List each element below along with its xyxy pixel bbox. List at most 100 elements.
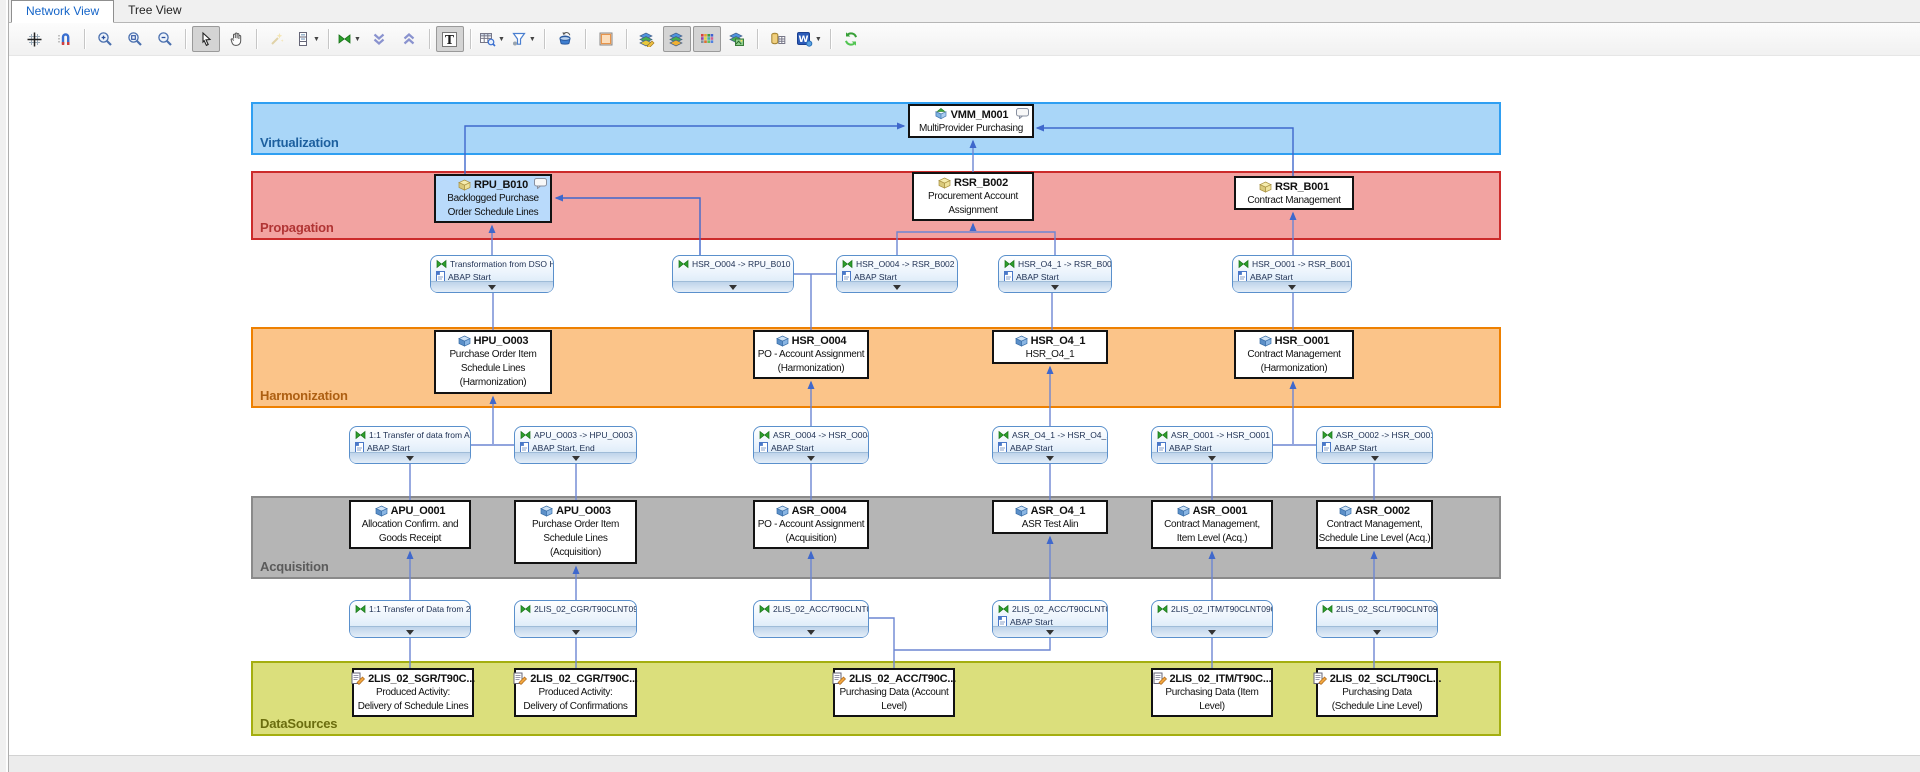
expand-strip[interactable] — [515, 452, 636, 463]
infocube-icon — [938, 177, 951, 189]
node-text-line: (Acquisition) — [516, 546, 635, 560]
node-apu_o001[interactable]: APU_O001Allocation Confirm. andGoods Rec… — [349, 500, 471, 549]
expander-triangle-icon[interactable] — [893, 285, 901, 290]
node-hpu_o003[interactable]: HPU_O003Purchase Order ItemSchedule Line… — [434, 330, 552, 394]
expander-triangle-icon[interactable] — [1288, 285, 1296, 290]
node-asr_o004[interactable]: ASR_O004PO - Account Assignment(Acquisit… — [753, 500, 869, 549]
transformation-u4[interactable]: ASR_O4_1 -> HSR_O4_1ABAP Start — [992, 426, 1108, 464]
transformation-bowtie-icon — [759, 604, 770, 614]
node-ds_scl[interactable]: 2LIS_02_SCL/T90CL...Purchasing Data(Sche… — [1316, 668, 1438, 717]
expand-strip[interactable] — [999, 281, 1111, 292]
node-vmm_m001[interactable]: VMM_M001MultiProvider Purchasing — [908, 104, 1034, 138]
transformation-title: HSR_O001 -> RSR_B001 — [1252, 259, 1351, 269]
expander-triangle-icon[interactable] — [572, 456, 580, 461]
expander-triangle-icon[interactable] — [1371, 456, 1379, 461]
expand-strip[interactable] — [431, 281, 553, 292]
transformation-v6[interactable]: 2LIS_02_SCL/T90CLNT090 ->... — [1316, 600, 1438, 638]
data-flow-line — [556, 198, 700, 255]
datasource-icon — [513, 672, 527, 685]
expand-strip[interactable] — [1152, 626, 1272, 637]
transformation-bowtie-icon — [1322, 430, 1333, 440]
node-text-line: Level) — [1153, 700, 1271, 714]
transformation-routine: ABAP Start — [448, 272, 491, 282]
node-rpu_b010[interactable]: RPU_B010Backlogged PurchaseOrder Schedul… — [434, 174, 552, 223]
expander-triangle-icon[interactable] — [1046, 456, 1054, 461]
transformation-u6[interactable]: ASR_O002 -> HSR_O001ABAP Start — [1316, 426, 1433, 464]
transformation-t3[interactable]: HSR_O004 -> RSR_B002ABAP Start — [836, 255, 958, 293]
transformation-t2[interactable]: HSR_O004 -> RPU_B010 — [672, 255, 794, 293]
transformation-title: ASR_O004 -> HSR_O004 — [773, 430, 868, 440]
node-rsr_b002[interactable]: RSR_B002Procurement AccountAssignment — [912, 172, 1034, 221]
expand-strip[interactable] — [837, 281, 957, 292]
transformation-v1[interactable]: 1:1 Transfer of Data from 2LIS... — [349, 600, 471, 638]
expand-strip[interactable] — [1317, 452, 1432, 463]
transformation-v2[interactable]: 2LIS_02_CGR/T90CLNT090 ->... — [514, 600, 637, 638]
expander-triangle-icon[interactable] — [1051, 285, 1059, 290]
transformation-u5[interactable]: ASR_O001 -> HSR_O001ABAP Start — [1151, 426, 1273, 464]
expand-strip[interactable] — [673, 281, 793, 292]
node-hsr_o4_1[interactable]: HSR_O4_1HSR_O4_1 — [992, 330, 1108, 364]
transformation-bowtie-icon — [1157, 430, 1168, 440]
expand-strip[interactable] — [993, 626, 1107, 637]
node-ds_acc[interactable]: 2LIS_02_ACC/T90C...Purchasing Data (Acco… — [833, 668, 955, 717]
node-text-line: Assignment — [914, 204, 1032, 218]
node-text-line: PO - Account Assignment — [755, 518, 867, 532]
expand-strip[interactable] — [1317, 626, 1437, 637]
multiprovider-icon — [934, 108, 948, 121]
transformation-u3[interactable]: ASR_O004 -> HSR_O004ABAP Start — [753, 426, 869, 464]
node-title: 2LIS_02_SCL/T90CL... — [1330, 672, 1442, 686]
transformation-v3[interactable]: 2LIS_02_ACC/T90CLNT090 ->... — [753, 600, 869, 638]
node-apu_o003[interactable]: APU_O003Purchase Order ItemSchedule Line… — [514, 500, 637, 564]
node-text-line: (Schedule Line Level) — [1318, 700, 1436, 714]
transformation-t5[interactable]: HSR_O001 -> RSR_B001ABAP Start — [1232, 255, 1352, 293]
transformation-v5[interactable]: 2LIS_02_ITM/T90CLNT090 ->... — [1151, 600, 1273, 638]
node-ds_itm[interactable]: 2LIS_02_ITM/T90C...Purchasing Data (Item… — [1151, 668, 1273, 717]
transformation-bowtie-icon — [520, 430, 531, 440]
node-hsr_o004[interactable]: HSR_O004PO - Account Assignment(Harmoniz… — [753, 330, 869, 379]
transformation-v4[interactable]: 2LIS_02_ACC/T90CLNT090 ->...ABAP Start — [992, 600, 1108, 638]
expander-triangle-icon[interactable] — [1373, 630, 1381, 635]
expander-triangle-icon[interactable] — [572, 630, 580, 635]
expander-triangle-icon[interactable] — [406, 456, 414, 461]
expand-strip[interactable] — [515, 626, 636, 637]
node-rsr_b001[interactable]: RSR_B001Contract Management — [1234, 176, 1354, 210]
expand-strip[interactable] — [1152, 452, 1272, 463]
transformation-u2[interactable]: APU_O003 -> HPU_O003ABAP Start, End — [514, 426, 637, 464]
transformation-u1[interactable]: 1:1 Transfer of data from APU...ABAP Sta… — [349, 426, 471, 464]
node-asr_o001[interactable]: ASR_O001Contract Management,Item Level (… — [1151, 500, 1273, 549]
expander-triangle-icon[interactable] — [729, 285, 737, 290]
node-hsr_o001[interactable]: HSR_O001Contract Management(Harmonizatio… — [1234, 330, 1354, 379]
node-title: 2LIS_02_ITM/T90C... — [1170, 672, 1272, 686]
data-flow-line — [897, 232, 973, 255]
datasource-icon — [1313, 672, 1327, 685]
expander-triangle-icon[interactable] — [488, 285, 496, 290]
node-title: HSR_O4_1 — [1031, 334, 1086, 348]
node-text-line: MultiProvider Purchasing — [910, 122, 1032, 136]
expand-strip[interactable] — [350, 452, 470, 463]
expander-triangle-icon[interactable] — [807, 456, 815, 461]
node-text-line: HSR_O4_1 — [994, 348, 1106, 362]
node-asr_o4_1[interactable]: ASR_O4_1ASR Test Alin — [992, 500, 1108, 534]
comment-icon[interactable] — [1016, 108, 1029, 124]
expander-triangle-icon[interactable] — [1046, 630, 1054, 635]
expand-strip[interactable] — [350, 626, 470, 637]
expander-triangle-icon[interactable] — [1208, 456, 1216, 461]
expander-triangle-icon[interactable] — [406, 630, 414, 635]
expand-strip[interactable] — [754, 452, 868, 463]
transformation-t1[interactable]: Transformation from DSO HP...ABAP Start — [430, 255, 554, 293]
expander-triangle-icon[interactable] — [1208, 630, 1216, 635]
node-ds_cgr[interactable]: 2LIS_02_CGR/T90C...Produced Activity:Del… — [514, 668, 637, 717]
transformation-title: ASR_O001 -> HSR_O001 — [1171, 430, 1270, 440]
transformation-title: HSR_O4_1 -> RSR_B002 — [1018, 259, 1111, 269]
node-asr_o002[interactable]: ASR_O002Contract Management,Schedule Lin… — [1316, 500, 1433, 549]
expand-strip[interactable] — [993, 452, 1107, 463]
comment-icon[interactable] — [534, 178, 547, 194]
dso-icon — [1177, 505, 1190, 517]
data-flow-line — [1037, 128, 1293, 176]
node-title: ASR_O4_1 — [1031, 504, 1086, 518]
expand-strip[interactable] — [1233, 281, 1351, 292]
transformation-t4[interactable]: HSR_O4_1 -> RSR_B002ABAP Start — [998, 255, 1112, 293]
expander-triangle-icon[interactable] — [807, 630, 815, 635]
expand-strip[interactable] — [754, 626, 868, 637]
node-ds_sgr[interactable]: 2LIS_02_SGR/T90C...Produced Activity:Del… — [352, 668, 474, 717]
